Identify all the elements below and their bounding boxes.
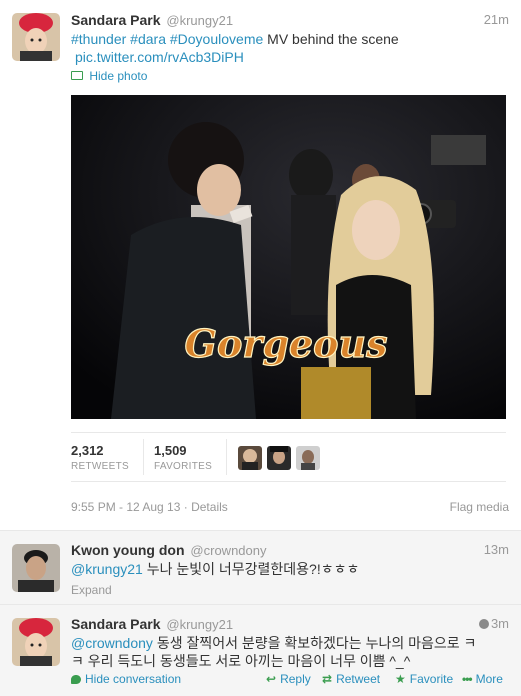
stat-divider xyxy=(226,439,227,475)
photo-icon xyxy=(71,71,83,81)
hide-photo-link[interactable]: Hide photo xyxy=(71,67,509,85)
tweet-time[interactable]: 21m xyxy=(484,12,509,27)
favorite-label: Favorite xyxy=(409,672,454,686)
user-name[interactable]: Kwon young don xyxy=(71,542,185,558)
reply-button[interactable]: ↩ Reply xyxy=(266,672,311,686)
retweets-label: RETWEETS xyxy=(71,461,129,472)
tweet-expanded[interactable]: Sandara Park @krungy21 21m #thunder #dar… xyxy=(0,0,521,531)
favoriter-avatar[interactable] xyxy=(296,446,320,470)
hashtag-dara[interactable]: #dara xyxy=(130,31,166,47)
more-label: More xyxy=(475,672,503,686)
favoriter-avatar[interactable] xyxy=(267,446,291,470)
flag-media-link[interactable]: Flag media xyxy=(450,500,509,514)
tweet-text-rest: MV behind the scene xyxy=(267,31,399,47)
reply-icon: ↩ xyxy=(266,672,277,686)
tweet-footer: 9:55 PM - 12 Aug 13 · Details Flag media xyxy=(71,500,509,514)
tweet-time-wrap[interactable]: 3m xyxy=(478,616,509,631)
user-handle[interactable]: @krungy21 xyxy=(166,13,233,28)
retweet-button[interactable]: ⇄ Retweet xyxy=(322,672,380,686)
user-handle[interactable]: @crowndony xyxy=(190,543,266,558)
favorites-count: 1,509 xyxy=(154,443,187,458)
tweet-header: Sandara Park @krungy21 3m xyxy=(71,616,509,634)
user-name[interactable]: Sandara Park xyxy=(71,12,161,28)
favoriter-avatar[interactable] xyxy=(238,446,262,470)
more-dots-icon: ••• xyxy=(462,672,473,686)
stat-divider xyxy=(143,439,144,475)
favorites-label: FAVORITES xyxy=(154,461,213,472)
avatar[interactable] xyxy=(12,544,60,592)
tweet-time[interactable]: 13m xyxy=(484,542,509,557)
hide-photo-label: Hide photo xyxy=(89,69,148,83)
favorite-star-icon: ★ xyxy=(395,672,406,686)
tweet-body: 누나 눈빛이 너무강렬한데용?!ㅎㅎㅎ xyxy=(146,561,360,577)
more-button[interactable]: ••• More xyxy=(462,672,503,686)
expand-link[interactable]: Expand xyxy=(71,580,509,599)
tweet-body-line1: 동생 잘찍어서 분량을 확보하겠다는 누나의 마음으로 ㅋ xyxy=(156,635,477,651)
pic-link[interactable]: pic.twitter.com/rvAcb3DiPH xyxy=(75,49,244,65)
reply-tweet[interactable]: Kwon young don @crowndony 13m @krungy21 … xyxy=(0,531,521,605)
tweet-header: Sandara Park @krungy21 21m xyxy=(71,12,509,30)
mention-link[interactable]: @krungy21 xyxy=(71,561,143,577)
globe-icon xyxy=(478,618,489,629)
tweet-body-line2: ㅋ 우리 득도니 동생들도 서로 아끼는 마음이 너무 이쁨 ^_^ xyxy=(71,653,411,669)
avatar[interactable] xyxy=(12,13,60,61)
separator-dot: · xyxy=(183,500,188,514)
tweet-text: @crowndony 동생 잘찍어서 분량을 확보하겠다는 누나의 마음으로 ㅋ… xyxy=(71,634,509,670)
conversation-icon xyxy=(71,674,81,684)
user-handle[interactable]: @krungy21 xyxy=(166,617,233,632)
retweets-count: 2,312 xyxy=(71,443,104,458)
retweet-label: Retweet xyxy=(336,672,381,686)
hashtag-thunder[interactable]: #thunder xyxy=(71,31,126,47)
tweet-photo[interactable]: Gorgeous xyxy=(71,95,506,419)
tweet-text: @krungy21 누나 눈빛이 너무강렬한데용?!ㅎㅎㅎ xyxy=(71,560,509,578)
hashtag-doyouloveme[interactable]: #Doyouloveme xyxy=(170,31,263,47)
details-link[interactable]: Details xyxy=(191,500,228,514)
tweet-header: Kwon young don @crowndony 13m xyxy=(71,542,509,560)
hide-conversation-label: Hide conversation xyxy=(85,672,182,686)
tweet-stats: 2,312 RETWEETS 1,509 FAVORITES xyxy=(71,432,506,482)
favorite-button[interactable]: ★ Favorite xyxy=(395,672,453,686)
tweet-time: 3m xyxy=(490,616,509,631)
hide-conversation-link[interactable]: Hide conversation xyxy=(71,672,181,686)
favorites-stat[interactable]: 1,509 FAVORITES xyxy=(154,443,212,472)
reply-label: Reply xyxy=(280,672,311,686)
user-name[interactable]: Sandara Park xyxy=(71,616,161,632)
tweet-text: #thunder #dara #Doyouloveme MV behind th… xyxy=(71,30,509,66)
expand-label: Expand xyxy=(71,583,112,597)
mention-link[interactable]: @crowndony xyxy=(71,635,153,651)
tweet-timestamp: 9:55 PM - 12 Aug 13 xyxy=(71,500,181,514)
avatar[interactable] xyxy=(12,618,60,666)
retweet-icon: ⇄ xyxy=(322,672,333,686)
retweets-stat[interactable]: 2,312 RETWEETS xyxy=(71,443,129,472)
svg-text:Gorgeous: Gorgeous xyxy=(185,321,388,366)
